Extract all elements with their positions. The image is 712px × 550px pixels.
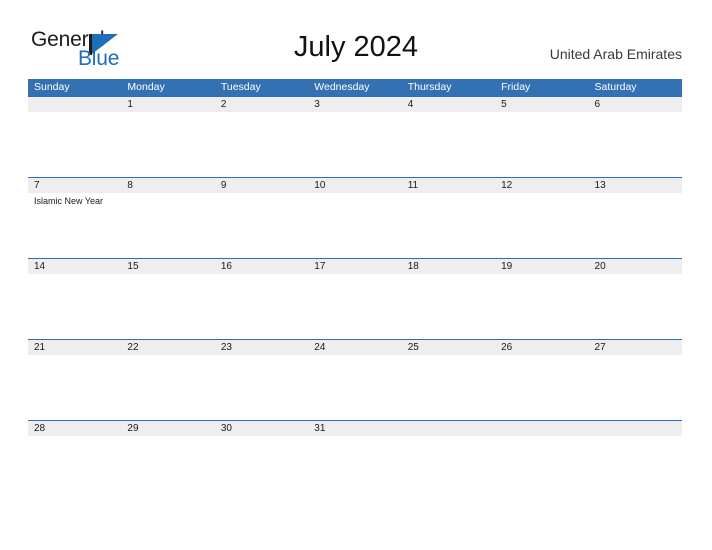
day-cell[interactable] xyxy=(28,355,121,419)
day-number[interactable]: 5 xyxy=(495,97,588,112)
day-cell[interactable] xyxy=(495,436,588,500)
week-row: 21 22 23 24 25 26 27 xyxy=(28,339,682,420)
day-cell[interactable] xyxy=(589,274,682,338)
weekday-header-thursday: Thursday xyxy=(407,81,452,93)
week-row: 28 29 30 31 xyxy=(28,420,682,501)
day-number[interactable]: 24 xyxy=(308,340,401,355)
day-cell[interactable] xyxy=(589,112,682,176)
day-cell[interactable] xyxy=(308,193,401,257)
weekday-header-friday: Friday xyxy=(501,81,531,93)
day-cell[interactable] xyxy=(121,436,214,500)
day-number[interactable]: 22 xyxy=(121,340,214,355)
day-cell[interactable] xyxy=(215,193,308,257)
day-cell[interactable] xyxy=(402,112,495,176)
day-number[interactable]: 17 xyxy=(308,259,401,274)
day-cell[interactable] xyxy=(215,436,308,500)
day-cell[interactable] xyxy=(495,274,588,338)
day-number[interactable]: 2 xyxy=(215,97,308,112)
day-cell[interactable] xyxy=(308,274,401,338)
day-number[interactable]: 16 xyxy=(215,259,308,274)
week-date-band: 14 15 16 17 18 19 20 xyxy=(28,259,682,274)
day-number[interactable] xyxy=(589,421,682,436)
week-event-area: Islamic New Year xyxy=(28,193,682,257)
day-number[interactable]: 20 xyxy=(589,259,682,274)
day-number[interactable]: 8 xyxy=(121,178,214,193)
page-header: General Blue July 2024 United Arab Emira… xyxy=(0,0,712,78)
day-cell[interactable] xyxy=(402,193,495,257)
day-cell[interactable] xyxy=(495,193,588,257)
day-number[interactable]: 21 xyxy=(28,340,121,355)
day-number[interactable]: 26 xyxy=(495,340,588,355)
day-number[interactable]: 10 xyxy=(308,178,401,193)
day-cell[interactable] xyxy=(495,112,588,176)
day-cell[interactable] xyxy=(308,436,401,500)
day-number[interactable]: 28 xyxy=(28,421,121,436)
day-number[interactable] xyxy=(402,421,495,436)
day-number[interactable]: 12 xyxy=(495,178,588,193)
week-row: 7 8 9 10 11 12 13 Islamic New Year xyxy=(28,177,682,258)
week-row: 14 15 16 17 18 19 20 xyxy=(28,258,682,339)
day-number[interactable]: 4 xyxy=(402,97,495,112)
day-number[interactable] xyxy=(28,97,121,112)
day-cell[interactable] xyxy=(308,112,401,176)
calendar-page: General Blue July 2024 United Arab Emira… xyxy=(0,0,712,550)
week-event-area xyxy=(28,355,682,419)
day-number[interactable]: 9 xyxy=(215,178,308,193)
weekday-header-saturday: Saturday xyxy=(594,81,637,93)
day-cell[interactable]: Islamic New Year xyxy=(28,193,121,257)
day-cell[interactable] xyxy=(28,436,121,500)
week-date-band: 1 2 3 4 5 6 xyxy=(28,97,682,112)
day-number[interactable]: 13 xyxy=(589,178,682,193)
day-number[interactable]: 27 xyxy=(589,340,682,355)
day-cell[interactable] xyxy=(121,112,214,176)
day-cell[interactable] xyxy=(402,436,495,500)
day-cell[interactable] xyxy=(121,193,214,257)
day-number[interactable]: 30 xyxy=(215,421,308,436)
day-number[interactable]: 23 xyxy=(215,340,308,355)
week-date-band: 21 22 23 24 25 26 27 xyxy=(28,340,682,355)
weekday-header-wednesday: Wednesday xyxy=(314,81,370,93)
day-cell[interactable] xyxy=(589,193,682,257)
day-cell[interactable] xyxy=(308,355,401,419)
day-number[interactable]: 14 xyxy=(28,259,121,274)
day-cell[interactable] xyxy=(495,355,588,419)
week-date-band: 7 8 9 10 11 12 13 xyxy=(28,178,682,193)
day-cell[interactable] xyxy=(215,112,308,176)
day-number[interactable]: 31 xyxy=(308,421,401,436)
day-number[interactable]: 7 xyxy=(28,178,121,193)
day-number[interactable] xyxy=(495,421,588,436)
day-number[interactable]: 18 xyxy=(402,259,495,274)
day-cell[interactable] xyxy=(28,112,121,176)
day-number[interactable]: 15 xyxy=(121,259,214,274)
day-cell[interactable] xyxy=(402,355,495,419)
day-cell[interactable] xyxy=(215,274,308,338)
calendar-grid: Sunday Monday Tuesday Wednesday Thursday… xyxy=(28,79,682,501)
day-cell[interactable] xyxy=(589,355,682,419)
day-number[interactable]: 25 xyxy=(402,340,495,355)
day-number[interactable]: 11 xyxy=(402,178,495,193)
week-date-band: 28 29 30 31 xyxy=(28,421,682,436)
day-number[interactable]: 6 xyxy=(589,97,682,112)
day-number[interactable]: 3 xyxy=(308,97,401,112)
week-event-area xyxy=(28,436,682,500)
weekday-header-monday: Monday xyxy=(127,81,165,93)
week-row: 1 2 3 4 5 6 xyxy=(28,96,682,177)
day-number[interactable]: 1 xyxy=(121,97,214,112)
day-cell[interactable] xyxy=(121,355,214,419)
day-number[interactable]: 19 xyxy=(495,259,588,274)
region-label: United Arab Emirates xyxy=(549,46,682,62)
day-cell[interactable] xyxy=(215,355,308,419)
day-event: Islamic New Year xyxy=(34,196,104,206)
week-event-area xyxy=(28,112,682,176)
day-cell[interactable] xyxy=(402,274,495,338)
weekday-header-row: Sunday Monday Tuesday Wednesday Thursday… xyxy=(28,79,682,96)
day-cell[interactable] xyxy=(28,274,121,338)
day-number[interactable]: 29 xyxy=(121,421,214,436)
day-cell[interactable] xyxy=(589,436,682,500)
weekday-header-tuesday: Tuesday xyxy=(220,81,261,93)
week-event-area xyxy=(28,274,682,338)
day-cell[interactable] xyxy=(121,274,214,338)
weekday-header-sunday: Sunday xyxy=(34,81,70,93)
